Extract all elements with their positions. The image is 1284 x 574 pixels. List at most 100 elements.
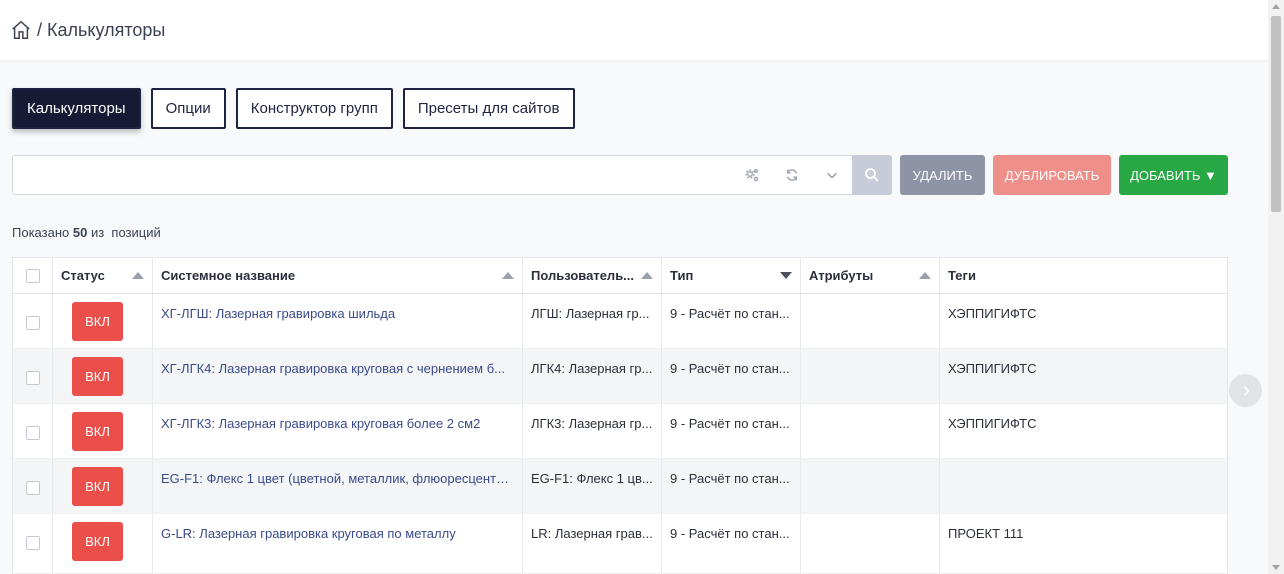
status-cell: ВКЛ <box>53 294 153 348</box>
type-cell: 9 - Расчёт по стан... <box>662 349 801 403</box>
search-input[interactable] <box>13 156 732 194</box>
scroll-up-icon[interactable] <box>1272 4 1280 9</box>
chevron-down-icon[interactable] <box>812 156 852 194</box>
search-button[interactable] <box>852 155 892 195</box>
user-name-cell: LR: Лазерная грав... <box>523 514 662 573</box>
duplicate-button[interactable]: Дублировать <box>993 155 1111 195</box>
calculators-table: Статус Системное название Пользователь..… <box>12 257 1228 574</box>
type-cell: 9 - Расчёт по стан... <box>662 404 801 458</box>
type-cell: 9 - Расчёт по стан... <box>662 294 801 348</box>
column-type-label: Тип <box>670 268 694 283</box>
type-cell: 9 - Расчёт по стан... <box>662 459 801 513</box>
column-status[interactable]: Статус <box>53 258 153 293</box>
user-name-cell: ЛГК3: Лазерная гр... <box>523 404 662 458</box>
items-summary: Показано 50 из позиций <box>12 225 161 240</box>
sort-desc-icon[interactable] <box>780 272 792 279</box>
row-checkbox[interactable] <box>25 426 40 440</box>
tab-options[interactable]: Опции <box>150 88 226 129</box>
chevron-right-icon <box>1243 385 1250 396</box>
scroll-down-icon[interactable] <box>1272 565 1280 570</box>
status-cell: ВКЛ <box>53 459 153 513</box>
tab-calculators[interactable]: Калькуляторы <box>12 88 141 129</box>
summary-suffix: позиций <box>111 225 161 240</box>
type-cell: 9 - Расчёт по стан... <box>662 514 801 573</box>
system-name-link[interactable]: G-LR: Лазерная гравировка круговая по ме… <box>153 514 523 573</box>
sort-asc-icon[interactable] <box>919 272 931 279</box>
system-name-link[interactable]: ХГ-ЛГШ: Лазерная гравировка шильда <box>153 294 523 348</box>
status-cell: ВКЛ <box>53 349 153 403</box>
tags-cell: ХЭППИГИФТС <box>948 306 1037 321</box>
tab-site-presets[interactable]: Пресеты для сайтов <box>402 88 575 129</box>
row-checkbox[interactable] <box>25 316 40 330</box>
section-tabs: Калькуляторы Опции Конструктор групп Пре… <box>12 88 575 129</box>
column-system-name[interactable]: Системное название <box>153 258 523 293</box>
tab-group-builder[interactable]: Конструктор групп <box>235 88 393 129</box>
row-select-cell <box>13 404 53 458</box>
table-row[interactable]: ВКЛ ХГ-ЛГК3: Лазерная гравировка кругова… <box>13 404 1227 459</box>
column-tags[interactable]: Теги <box>940 258 1227 293</box>
user-name-cell: ЛГШ: Лазерная гр... <box>523 294 662 348</box>
gears-icon[interactable] <box>732 156 772 194</box>
status-toggle[interactable]: ВКЛ <box>72 522 123 561</box>
column-user-name-label: Пользователь... <box>531 268 635 283</box>
attributes-cell <box>801 514 940 573</box>
system-name-link[interactable]: ХГ-ЛГК4: Лазерная гравировка круговая с … <box>153 349 523 403</box>
column-tags-label: Теги <box>948 268 976 283</box>
home-icon[interactable] <box>10 19 32 41</box>
status-toggle[interactable]: ВКЛ <box>72 412 123 451</box>
row-checkbox[interactable] <box>25 536 40 550</box>
user-name-cell: ЛГК4: Лазерная гр... <box>523 349 662 403</box>
row-select-cell <box>13 514 53 573</box>
status-toggle[interactable]: ВКЛ <box>72 302 123 341</box>
table-header: Статус Системное название Пользователь..… <box>13 258 1227 294</box>
row-select-cell <box>13 294 53 348</box>
user-name-cell: EG-F1: Флекс 1 цв... <box>523 459 662 513</box>
summary-of: из <box>90 225 105 240</box>
tags-cell: ПРОЕКТ 111 <box>948 526 1024 541</box>
row-select-cell <box>13 459 53 513</box>
breadcrumb-separator: / <box>37 19 43 40</box>
attributes-cell <box>801 459 940 513</box>
row-select-cell <box>13 349 53 403</box>
search-bar <box>12 155 892 195</box>
system-name-link[interactable]: ХГ-ЛГК3: Лазерная гравировка круговая бо… <box>153 404 523 458</box>
tags-cell <box>940 459 1227 513</box>
table-row[interactable]: ВКЛ ХГ-ЛГК4: Лазерная гравировка кругова… <box>13 349 1227 404</box>
sort-asc-icon[interactable] <box>502 272 514 279</box>
status-cell: ВКЛ <box>53 404 153 458</box>
summary-prefix: Показано <box>12 225 70 240</box>
column-system-name-label: Системное название <box>161 268 296 283</box>
status-cell: ВКЛ <box>53 514 153 573</box>
breadcrumb-current: Калькуляторы <box>47 19 166 40</box>
status-toggle[interactable]: ВКЛ <box>72 357 123 396</box>
system-name-link[interactable]: EG-F1: Флекс 1 цвет (цветной, металлик, … <box>153 459 523 513</box>
column-user-name[interactable]: Пользователь... <box>523 258 662 293</box>
column-status-label: Статус <box>61 268 105 283</box>
attributes-cell <box>801 404 940 458</box>
row-checkbox[interactable] <box>25 481 40 495</box>
row-checkbox[interactable] <box>25 371 40 385</box>
attributes-cell <box>801 349 940 403</box>
add-button[interactable]: Добавить ▼ <box>1119 155 1228 195</box>
refresh-icon[interactable] <box>772 156 812 194</box>
top-bar: / Калькуляторы <box>0 0 1268 60</box>
select-all-cell <box>13 258 53 293</box>
delete-button[interactable]: Удалить <box>900 155 985 195</box>
table-row[interactable]: ВКЛ ХГ-ЛГШ: Лазерная гравировка шильда Л… <box>13 294 1227 349</box>
select-all-checkbox[interactable] <box>25 268 40 283</box>
vertical-scrollbar[interactable] <box>1268 0 1284 574</box>
column-attributes[interactable]: Атрибуты <box>801 258 940 293</box>
column-type[interactable]: Тип <box>662 258 801 293</box>
status-toggle[interactable]: ВКЛ <box>72 467 123 506</box>
next-page-button[interactable] <box>1229 374 1262 407</box>
tags-cell: ХЭППИГИФТС <box>948 361 1037 376</box>
sort-asc-icon[interactable] <box>132 272 144 279</box>
tags-cell: ХЭППИГИФТС <box>948 416 1037 431</box>
column-attributes-label: Атрибуты <box>809 268 874 283</box>
sort-asc-icon[interactable] <box>641 272 653 279</box>
attributes-cell <box>801 294 940 348</box>
table-row[interactable]: ВКЛ G-LR: Лазерная гравировка круговая п… <box>13 514 1227 574</box>
search-icon <box>865 168 879 182</box>
table-row[interactable]: ВКЛ EG-F1: Флекс 1 цвет (цветной, металл… <box>13 459 1227 514</box>
scrollbar-thumb[interactable] <box>1271 16 1281 212</box>
